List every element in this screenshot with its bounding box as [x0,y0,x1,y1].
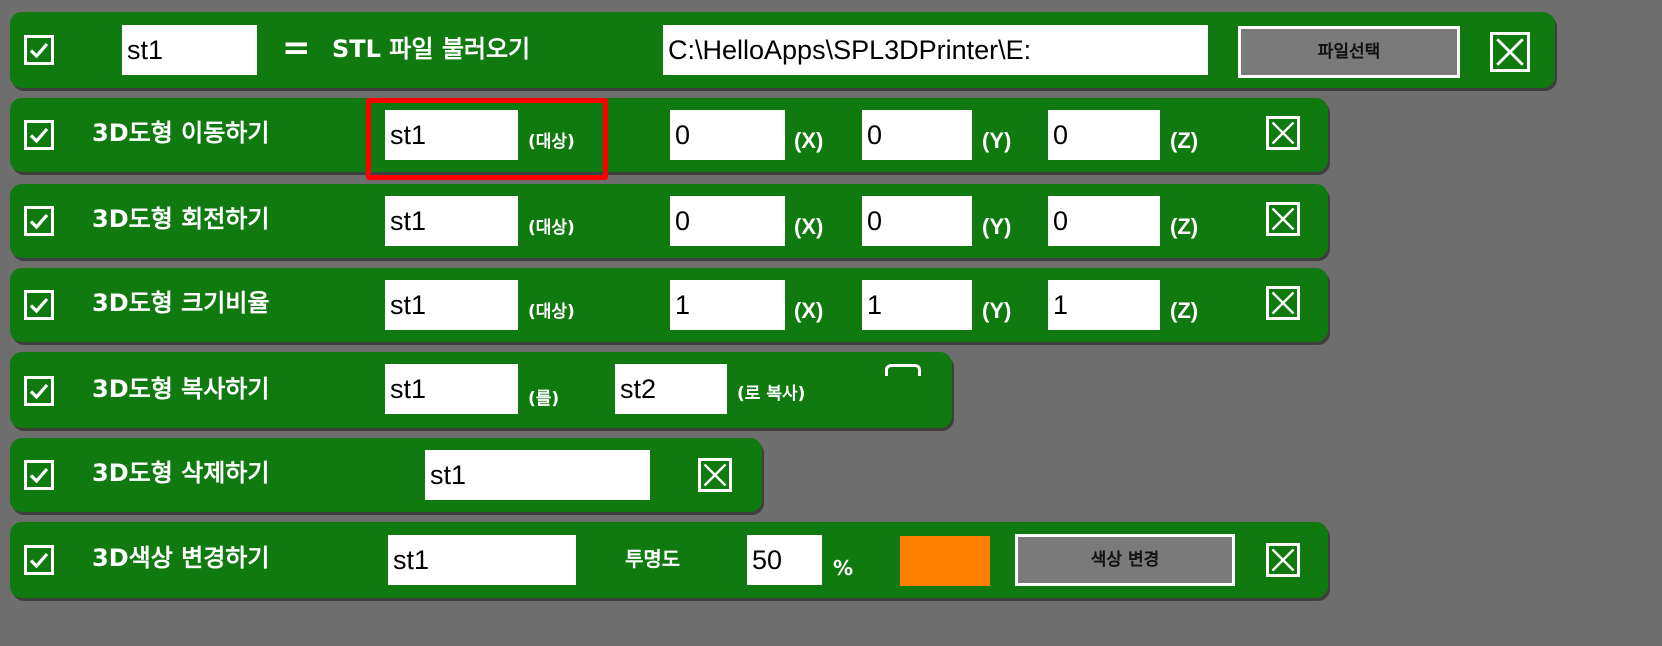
opacity-label: 투명도 [625,547,681,571]
copy-dest-label: (로 복사) [737,384,806,404]
stl-load-remove-button[interactable] [1490,32,1530,72]
close-x-icon [1271,291,1295,315]
scale-z-label: (Z) [1170,298,1199,323]
scale-title: 3D도형 크기비율 [92,289,270,317]
equals-sign: = [282,28,311,68]
delete-target-input[interactable]: st1 [425,450,650,500]
checkmark-icon [29,467,49,484]
color-swatch[interactable] [900,536,990,586]
copy-source-label: (를) [528,389,560,409]
rotate-y-input[interactable]: 0 [862,196,972,246]
scale-checkbox[interactable] [24,290,54,320]
file-select-button[interactable]: 파일선택 [1238,26,1460,78]
checkmark-icon [29,383,49,400]
scale-y-input[interactable]: 1 [862,280,972,330]
close-x-icon [1271,548,1295,572]
stl-path-input[interactable]: C:\HelloApps\SPL3DPrinter\E: [663,25,1208,75]
stl-load-block: st1 = STL 파일 불러오기 C:\HelloApps\SPL3DPrin… [10,12,1555,88]
copy-checkbox[interactable] [24,376,54,406]
scale-z-input[interactable]: 1 [1048,280,1160,330]
checkmark-icon [29,127,49,144]
checkmark-icon [29,213,49,230]
rotate-title: 3D도형 회전하기 [92,205,270,233]
rotate-x-input[interactable]: 0 [670,196,785,246]
move-x-label: (X) [794,128,824,153]
move-checkbox[interactable] [24,120,54,150]
delete-title: 3D도형 삭제하기 [92,459,270,487]
scale-remove-button[interactable] [1266,286,1300,320]
scale-block: 3D도형 크기비율 st1 (대상) 1 (X) 1 (Y) 1 (Z) [10,268,1328,342]
scale-x-input[interactable]: 1 [670,280,785,330]
stl-load-title: STL 파일 불러오기 [332,35,531,63]
delete-checkbox[interactable] [24,460,54,490]
scale-y-label: (Y) [982,298,1012,323]
rotate-remove-button[interactable] [1266,202,1300,236]
percent-label: % [833,556,854,580]
move-y-label: (Y) [982,128,1012,153]
copy-source-input[interactable]: st1 [385,364,518,414]
move-z-label: (Z) [1170,128,1199,153]
rotate-checkbox[interactable] [24,206,54,236]
color-remove-button[interactable] [1266,543,1300,577]
close-x-icon [1271,121,1295,145]
delete-remove-button[interactable] [698,458,732,492]
move-block: 3D도형 이동하기 st1 (대상) 0 (X) 0 (Y) 0 (Z) [10,98,1328,172]
stl-load-checkbox[interactable] [24,35,54,65]
move-y-input[interactable]: 0 [862,110,972,160]
scale-x-label: (X) [794,298,824,323]
close-x-icon [703,463,727,487]
color-checkbox[interactable] [24,545,54,575]
delete-block: 3D도형 삭제하기 st1 [10,438,762,512]
color-block: 3D색상 변경하기 st1 투명도 50 % 색상 변경 [10,522,1328,598]
close-x-icon [1271,207,1295,231]
color-title: 3D색상 변경하기 [92,544,270,572]
checkmark-icon [29,552,49,569]
scale-target-label: (대상) [528,302,575,322]
copy-block: 3D도형 복사하기 st1 (를) st2 (로 복사) [10,352,952,428]
copy-title: 3D도형 복사하기 [92,375,270,403]
rotate-y-label: (Y) [982,214,1012,239]
copy-dest-input[interactable]: st2 [615,364,727,414]
move-z-input[interactable]: 0 [1048,110,1160,160]
color-target-input[interactable]: st1 [388,535,576,585]
checkmark-icon [29,297,49,314]
stl-target-input[interactable]: st1 [122,25,257,75]
rotate-x-label: (X) [794,214,824,239]
copy-remove-button-partial[interactable] [885,364,921,376]
move-remove-button[interactable] [1266,116,1300,150]
move-x-input[interactable]: 0 [670,110,785,160]
rotate-block: 3D도형 회전하기 st1 (대상) 0 (X) 0 (Y) 0 (Z) [10,184,1328,258]
opacity-input[interactable]: 50 [747,535,822,585]
checkmark-icon [29,42,49,59]
scale-target-input[interactable]: st1 [385,280,518,330]
move-title: 3D도형 이동하기 [92,119,270,147]
rotate-z-input[interactable]: 0 [1048,196,1160,246]
close-x-icon [1496,38,1524,66]
rotate-z-label: (Z) [1170,214,1199,239]
target-highlight-box [366,98,608,180]
color-change-button[interactable]: 색상 변경 [1015,534,1235,586]
rotate-target-input[interactable]: st1 [385,196,518,246]
rotate-target-label: (대상) [528,218,575,238]
